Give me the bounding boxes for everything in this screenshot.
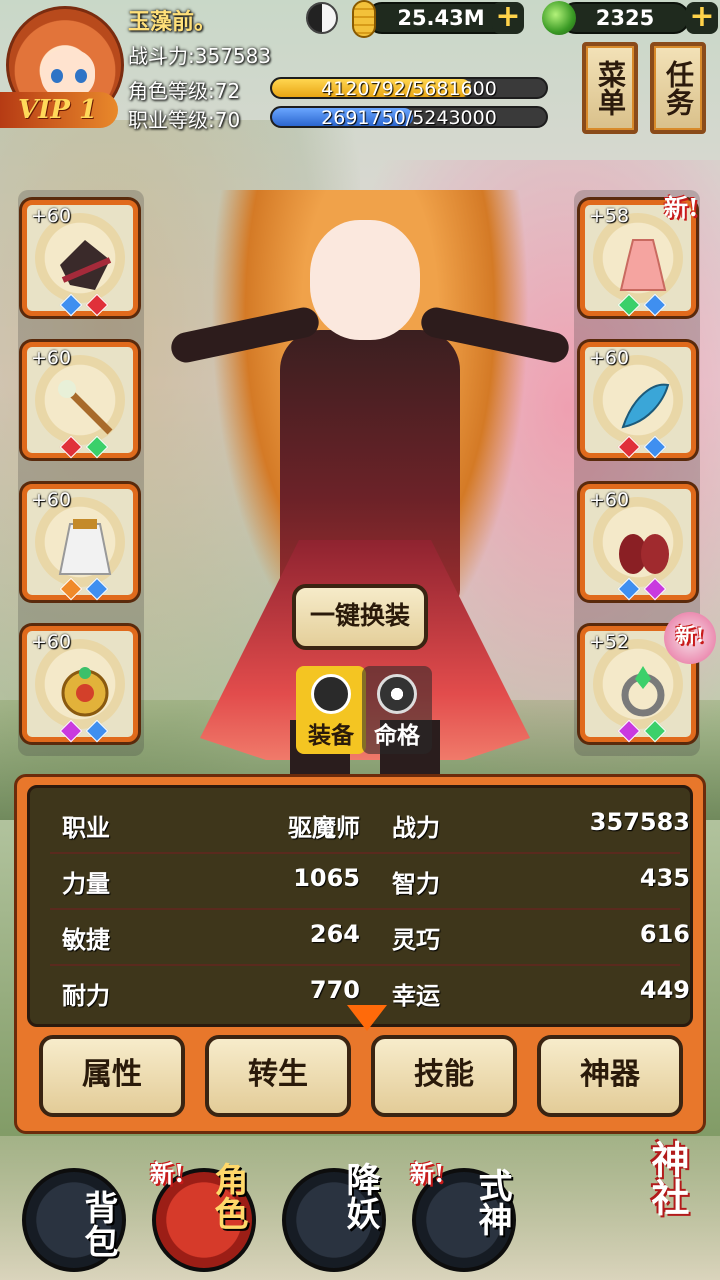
dress-icon: [619, 239, 667, 291]
equip-level: +60: [31, 205, 72, 227]
bottom-nav: 背包 角色 新! 降妖 式神 新!: [0, 1136, 720, 1280]
equip-slot-feather[interactable]: +60: [580, 342, 696, 459]
staff-icon: [58, 380, 113, 435]
tab-artifact[interactable]: 神器: [537, 1035, 683, 1117]
amulet-icon: [61, 667, 109, 717]
equip-level: +60: [589, 489, 630, 511]
combat-power: 战斗力:357583: [128, 44, 272, 68]
role-exp-bar: 4120792/5681600: [270, 77, 548, 99]
equip-slot-cape[interactable]: +60: [22, 484, 138, 601]
ring-icon: [621, 666, 665, 717]
equip-level: +60: [31, 631, 72, 653]
nav-demon-label: 降妖: [340, 1162, 380, 1230]
spiral-icon: [377, 674, 417, 714]
stat-label: 敏捷: [62, 926, 110, 954]
equip-slot-hat[interactable]: +60: [22, 200, 138, 317]
stat-row: 力量 1065 智力 435: [50, 854, 690, 910]
role-level: 角色等级:72: [128, 79, 241, 103]
jade-icon: [542, 1, 576, 35]
equip-level: +60: [31, 347, 72, 369]
stat-row: 职业 驱魔师 战力 357583: [50, 798, 690, 854]
new-badge: 新!: [664, 193, 699, 222]
add-jade-button[interactable]: +: [686, 2, 718, 34]
nav-shikigami-label: 式神: [472, 1168, 512, 1236]
hat-icon: [60, 240, 112, 290]
stat-value: 435: [639, 864, 690, 892]
job-exp-text: 2691750/5243000: [321, 107, 497, 128]
stat-value: 1065: [293, 864, 360, 892]
stat-label: 灵巧: [392, 926, 440, 954]
job-level: 职业等级:70: [128, 108, 241, 132]
vip-badge[interactable]: VIP 1: [0, 92, 118, 128]
equip-level: +58: [589, 205, 630, 227]
tab-equip[interactable]: 装备: [296, 666, 366, 754]
tab-equip-label: 装备: [308, 723, 354, 749]
stat-label: 幸运: [392, 982, 440, 1010]
tab-rebirth[interactable]: 转生: [205, 1035, 351, 1117]
tab-fate-label: 命格: [374, 723, 420, 749]
stat-value: 357583: [589, 808, 690, 836]
nav-bag-button[interactable]: 背包: [22, 1168, 126, 1272]
yinyang-icon[interactable]: [306, 2, 338, 34]
tab-attributes[interactable]: 属性: [39, 1035, 185, 1117]
player-name: 玉藻前。: [128, 10, 217, 35]
stat-value: 264: [309, 920, 360, 948]
equip-slot-shoes[interactable]: +60: [580, 484, 696, 601]
new-badge-bubble[interactable]: 新!: [664, 612, 716, 664]
nav-bag-label: 背包: [78, 1190, 118, 1258]
equip-level: +60: [31, 489, 72, 511]
stats-table: 职业 驱魔师 战力 357583 力量 1065 智力 435 敏捷 264 灵…: [27, 785, 693, 1027]
equip-level: +52: [589, 631, 630, 653]
stat-value: 770: [309, 976, 360, 1004]
job-exp-bar: 2691750/5243000: [270, 106, 548, 128]
gold-coin-icon: [352, 0, 376, 38]
stat-label: 职业: [62, 814, 110, 842]
equip-slot-amulet[interactable]: +60: [22, 626, 138, 743]
tab-skills[interactable]: 技能: [371, 1035, 517, 1117]
stat-value: 616: [639, 920, 690, 948]
stat-label: 战力: [392, 814, 440, 842]
task-button[interactable]: 任务: [650, 42, 706, 134]
helmet-icon: [311, 674, 351, 714]
equip-slot-staff[interactable]: +60: [22, 342, 138, 459]
role-exp-text: 4120792/5681600: [321, 78, 497, 99]
expand-arrow-icon[interactable]: [347, 1005, 387, 1031]
menu-button[interactable]: 菜单: [582, 42, 638, 134]
tab-fate[interactable]: 命格: [362, 666, 432, 754]
equip-level: +60: [589, 347, 630, 369]
stat-value: 449: [639, 976, 690, 1004]
stat-value: 驱魔师: [288, 814, 360, 842]
add-gold-button[interactable]: +: [492, 2, 524, 34]
feather-icon: [621, 383, 670, 429]
new-badge: 新!: [150, 1159, 185, 1188]
stats-panel: 职业 驱魔师 战力 357583 力量 1065 智力 435 敏捷 264 灵…: [14, 774, 706, 1134]
stat-label: 耐力: [62, 982, 110, 1010]
stat-row: 敏捷 264 灵巧 616: [50, 910, 690, 966]
nav-shrine-button[interactable]: 神社: [640, 1140, 695, 1216]
stat-label: 力量: [62, 870, 110, 898]
cape-icon: [58, 519, 112, 575]
jade-amount: 2325: [560, 2, 690, 34]
one-key-equip-button[interactable]: 一键换装: [292, 584, 428, 650]
stat-label: 智力: [392, 870, 440, 898]
nav-demon-button[interactable]: 降妖: [282, 1162, 386, 1272]
new-badge: 新!: [410, 1159, 445, 1188]
shoes-icon: [619, 534, 669, 574]
nav-role-label: 角色: [208, 1162, 248, 1230]
